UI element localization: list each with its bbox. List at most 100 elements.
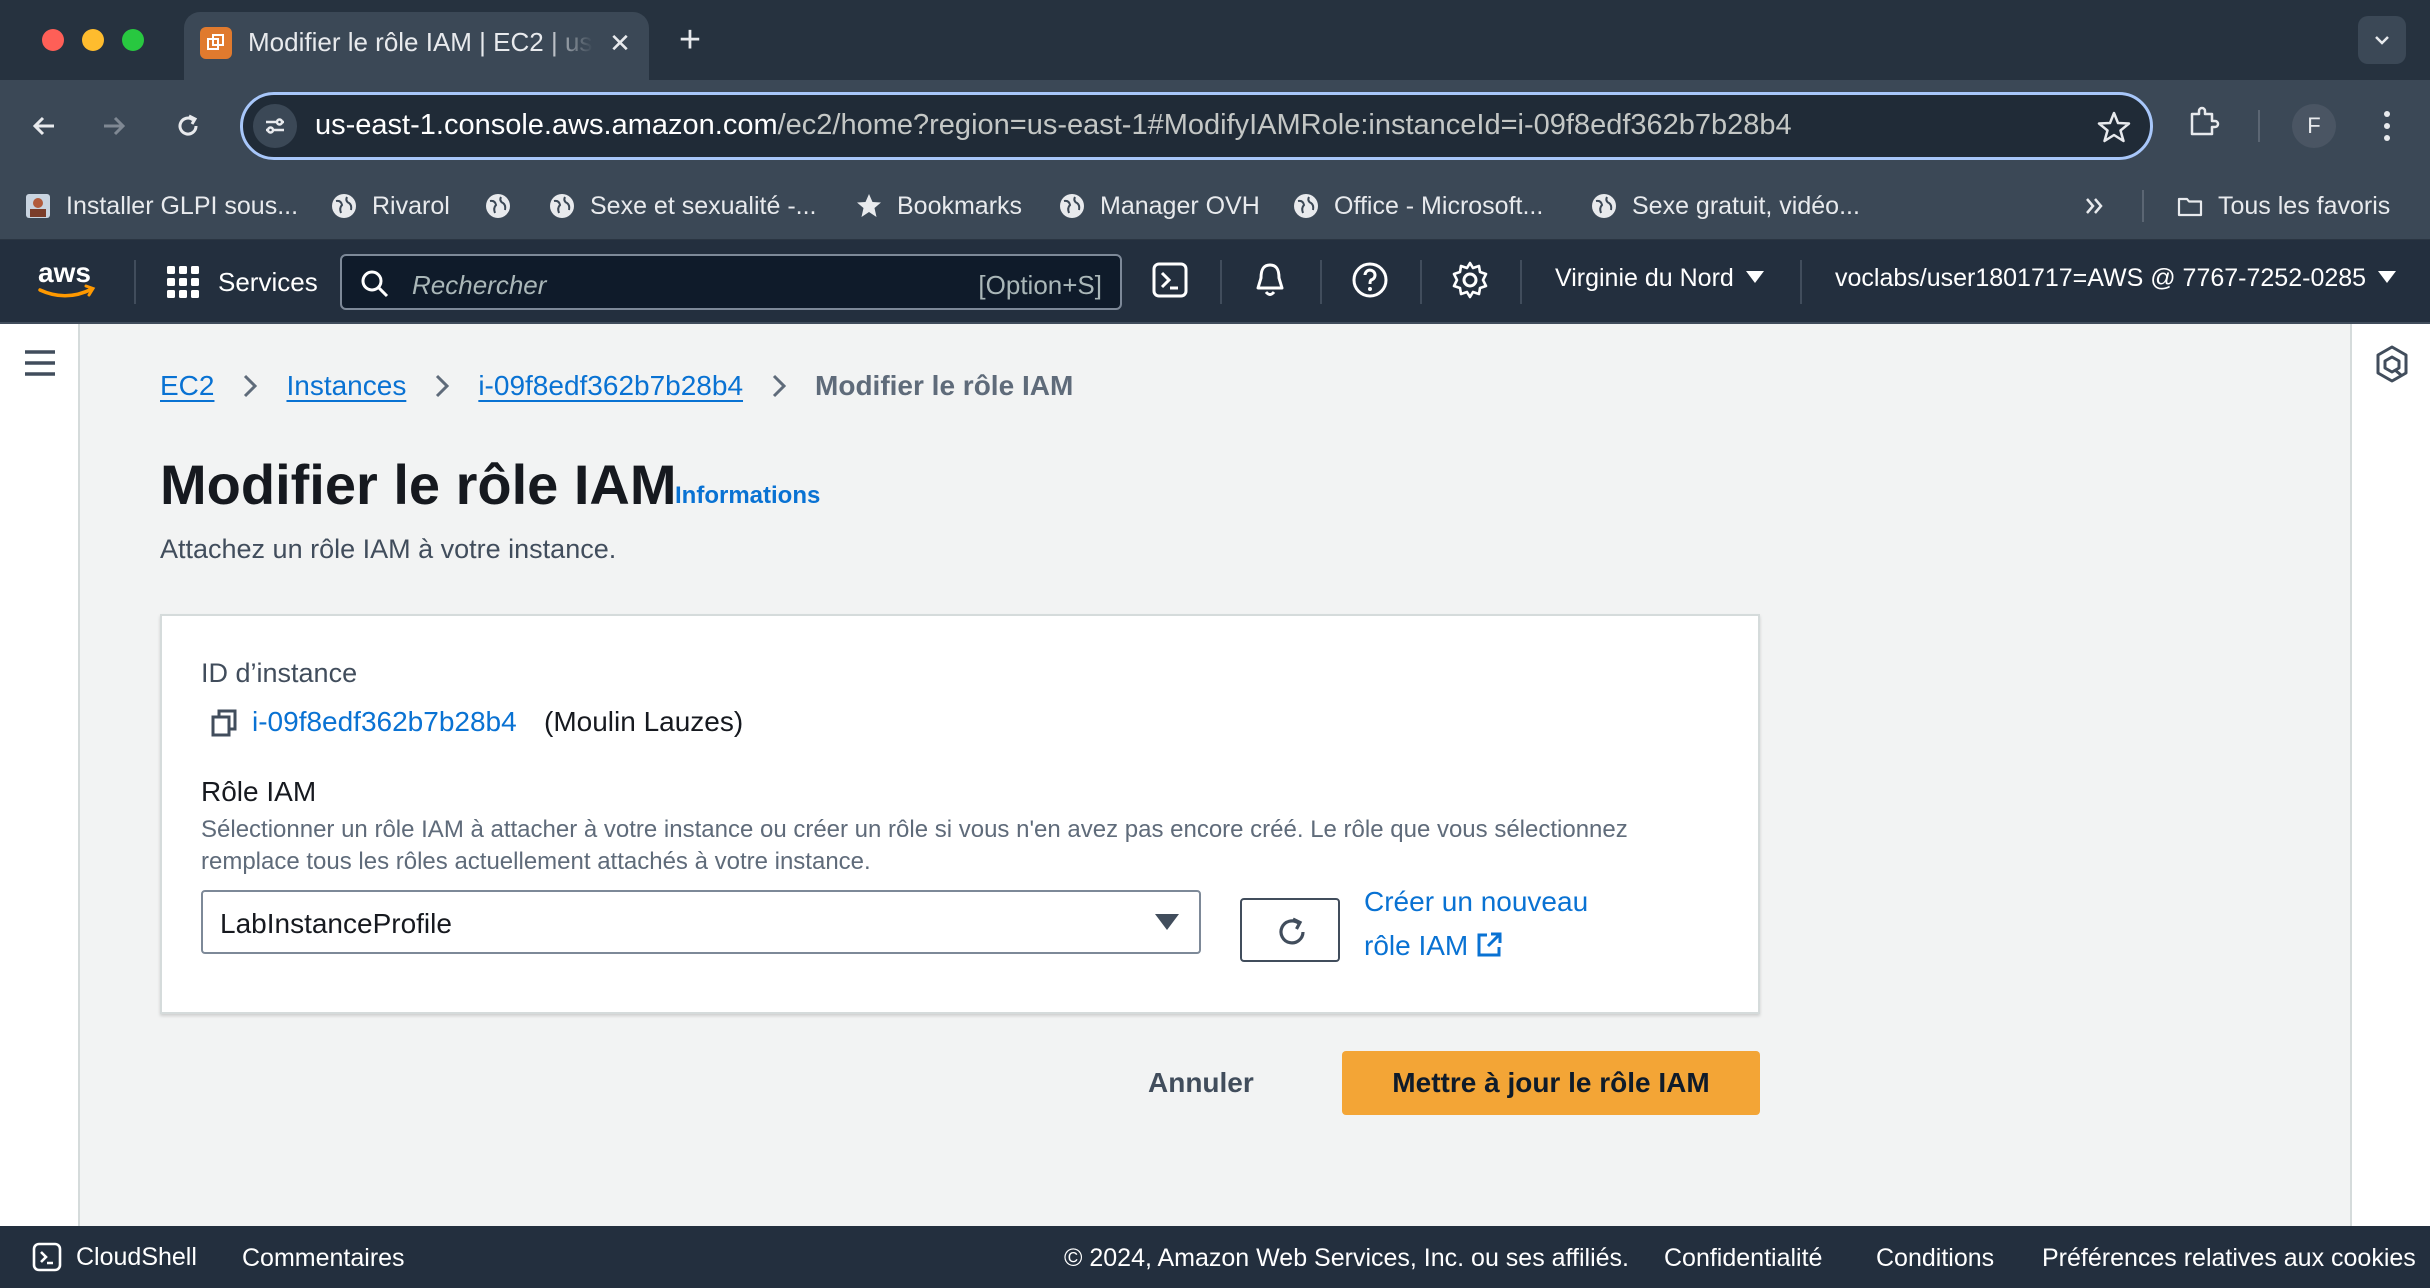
browser-menu-icon[interactable] — [2372, 104, 2402, 148]
iam-role-selected-value: LabInstanceProfile — [220, 908, 452, 939]
cancel-button[interactable]: Annuler — [1148, 1051, 1254, 1115]
chevron-right-icon — [244, 374, 258, 398]
browser-tab-active[interactable]: Modifier le rôle IAM | EC2 | us-east-1 ✕ — [184, 12, 649, 80]
globe-icon — [1592, 194, 1616, 218]
glpi-favicon-icon — [26, 194, 50, 218]
refresh-roles-button[interactable] — [1240, 898, 1340, 962]
all-bookmarks-folder[interactable]: Tous les favoris — [2176, 186, 2390, 226]
bookmark-label: Sexe gratuit, vidéo... — [1632, 191, 1860, 220]
breadcrumb-instance-id[interactable]: i-09f8edf362b7b28b4 — [478, 370, 743, 402]
cookie-preferences-link[interactable]: Préférences relatives aux cookies — [2042, 1244, 2416, 1273]
tools-panel-rail — [2350, 324, 2430, 1226]
caret-down-icon — [2378, 271, 2397, 283]
bookmark-label: Office - Microsoft... — [1334, 191, 1544, 220]
globe-icon — [332, 194, 356, 218]
services-label: Services — [218, 266, 318, 297]
page-title: Modifier le rôle IAM — [160, 453, 677, 516]
back-button[interactable] — [20, 102, 68, 150]
aws-logo[interactable]: aws — [34, 257, 98, 307]
cloudshell-button[interactable]: CloudShell — [32, 1242, 197, 1272]
bookmark-video[interactable]: Sexe gratuit, vidéo... — [1590, 186, 1860, 226]
account-menu[interactable]: voclabs/user1801717=AWS @ 7767-7252-0285 — [1835, 264, 2397, 293]
bookmark-office[interactable]: Office - Microsoft... — [1292, 186, 1543, 226]
console-footer: CloudShell Commentaires © 2024, Amazon W… — [0, 1226, 2430, 1288]
feedback-link[interactable]: Commentaires — [242, 1244, 405, 1273]
nav-divider — [1320, 260, 1322, 304]
terms-link[interactable]: Conditions — [1876, 1244, 1994, 1273]
forward-button[interactable] — [90, 102, 138, 150]
search-icon — [361, 270, 389, 298]
amazon-q-icon[interactable] — [2374, 344, 2410, 389]
window-maximize-button[interactable] — [122, 29, 144, 51]
window-close-button[interactable] — [42, 29, 64, 51]
globe-icon — [486, 194, 510, 218]
modify-role-form-card: ID d’instance i-09f8edf362b7b28b4 (Mouli… — [160, 614, 1760, 1014]
copy-icon[interactable] — [210, 708, 238, 743]
bookmarks-bar: Installer GLPI sous... Rivarol Sexe et s… — [0, 172, 2430, 240]
extensions-icon[interactable] — [2186, 104, 2222, 145]
services-menu-button[interactable]: Services — [166, 262, 318, 302]
bookmark-glpi[interactable]: Installer GLPI sous... — [24, 186, 298, 226]
external-link-icon — [1477, 932, 1502, 957]
nav-divider — [1220, 260, 1222, 304]
address-bar[interactable]: us-east-1.console.aws.amazon.com/ec2/hom… — [240, 92, 2153, 160]
folder-icon — [2177, 197, 2203, 217]
iam-role-select[interactable]: LabInstanceProfile — [201, 890, 1201, 954]
window-minimize-button[interactable] — [82, 29, 104, 51]
globe-icon — [1294, 194, 1318, 218]
search-shortcut-hint: [Option+S] — [978, 270, 1102, 300]
profile-avatar[interactable]: F — [2292, 104, 2336, 148]
bookmark-label: Manager OVH — [1100, 191, 1260, 220]
update-iam-role-button[interactable]: Mettre à jour le rôle IAM — [1342, 1051, 1760, 1115]
create-role-text-line1: Créer un nouveau — [1364, 886, 1589, 917]
tab-search-button[interactable] — [2358, 16, 2406, 64]
new-tab-button[interactable]: + — [670, 20, 710, 60]
region-selector[interactable]: Virginie du Nord — [1555, 264, 1764, 293]
bookmark-folder-bookmarks[interactable]: Bookmarks — [855, 186, 1022, 226]
grid-icon — [167, 266, 199, 298]
settings-gear-icon[interactable] — [1450, 260, 1494, 304]
refresh-icon — [1279, 917, 1305, 945]
search-placeholder: Rechercher — [412, 270, 547, 300]
more-bookmarks-icon[interactable] — [2082, 186, 2108, 226]
nav-divider — [1520, 260, 1522, 304]
svg-text:aws: aws — [38, 258, 91, 288]
breadcrumb-current: Modifier le rôle IAM — [815, 370, 1074, 401]
cloudshell-label: CloudShell — [76, 1242, 197, 1271]
account-label: voclabs/user1801717=AWS @ 7767-7252-0285 — [1835, 264, 2367, 292]
create-iam-role-link[interactable]: Créer un nouveau rôle IAM — [1364, 880, 1624, 968]
console-content: EC2 Instances i-09f8edf362b7b28b4 Modifi… — [0, 324, 2430, 1226]
nav-divider — [1800, 260, 1802, 304]
aws-search-input[interactable]: Rechercher [Option+S] — [340, 254, 1122, 310]
cloudshell-icon[interactable] — [1150, 260, 1194, 304]
privacy-link[interactable]: Confidentialité — [1664, 1244, 1822, 1273]
tab-close-icon[interactable]: ✕ — [605, 28, 635, 58]
help-icon[interactable] — [1350, 260, 1394, 304]
bookmark-ovh[interactable]: Manager OVH — [1058, 186, 1260, 226]
reload-button[interactable] — [164, 102, 212, 150]
nav-divider — [1420, 260, 1422, 304]
iam-role-label: Rôle IAM — [201, 776, 317, 807]
region-label: Virginie du Nord — [1555, 264, 1734, 292]
create-role-text-line2: rôle IAM — [1364, 930, 1469, 961]
side-navigation-rail — [0, 324, 80, 1226]
breadcrumb: EC2 Instances i-09f8edf362b7b28b4 Modifi… — [160, 370, 1073, 402]
bookmark-sexualite[interactable]: Sexe et sexualité -... — [548, 186, 817, 226]
aws-top-navigation: aws Services Rechercher [Option+S] Virgi… — [0, 240, 2430, 324]
instance-name: (Moulin Lauzes) — [544, 706, 744, 737]
bookmarks-divider — [2142, 190, 2144, 222]
browser-toolbar: us-east-1.console.aws.amazon.com/ec2/hom… — [0, 80, 2430, 172]
bookmark-globe[interactable] — [484, 186, 526, 226]
breadcrumb-ec2[interactable]: EC2 — [160, 370, 214, 402]
bookmark-rivarol[interactable]: Rivarol — [330, 186, 450, 226]
caret-down-icon — [1155, 914, 1179, 930]
instance-id-link[interactable]: i-09f8edf362b7b28b4 — [252, 706, 517, 738]
star-icon — [857, 194, 881, 217]
bookmark-star-icon[interactable] — [2096, 109, 2132, 145]
browser-tab-bar: Modifier le rôle IAM | EC2 | us-east-1 ✕… — [0, 0, 2430, 80]
site-info-icon[interactable] — [253, 104, 297, 148]
info-link[interactable]: Informations — [675, 482, 820, 510]
hamburger-menu-icon[interactable] — [22, 348, 58, 383]
breadcrumb-instances[interactable]: Instances — [286, 370, 406, 402]
notifications-bell-icon[interactable] — [1250, 260, 1294, 304]
